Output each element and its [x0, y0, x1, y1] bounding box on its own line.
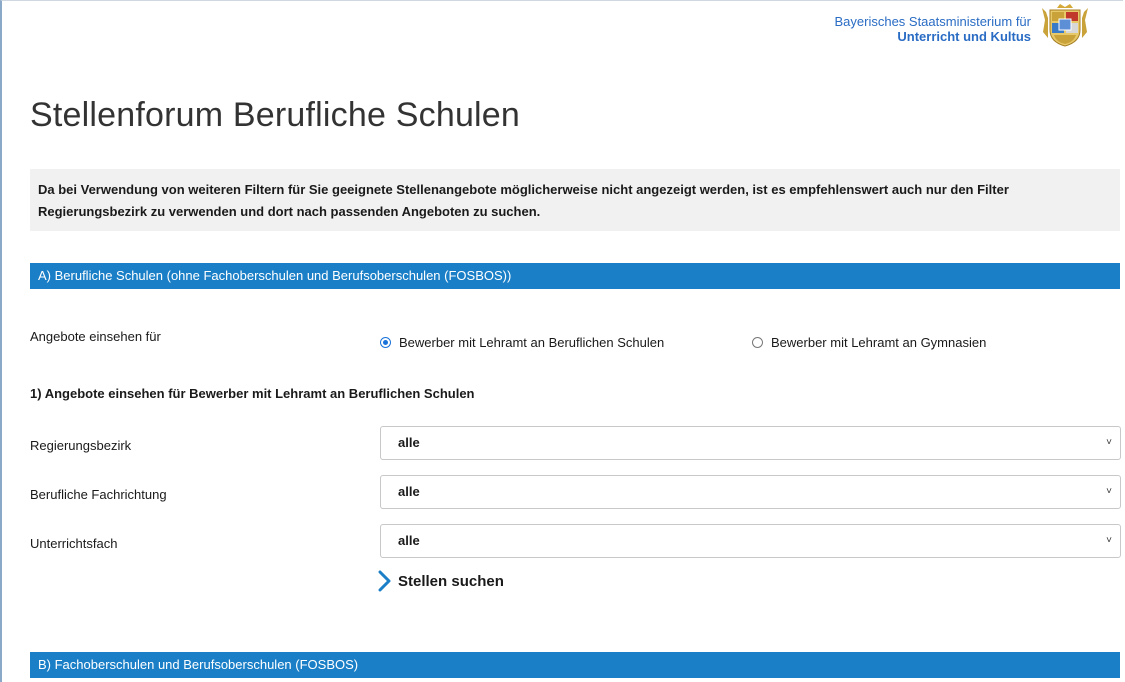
search-jobs-label: Stellen suchen — [398, 572, 504, 590]
section-b-header[interactable]: B) Fachoberschulen und Berufsoberschulen… — [30, 652, 1120, 678]
page-title: Stellenforum Berufliche Schulen — [30, 96, 521, 134]
ministry-name-line2: Unterricht und Kultus — [897, 29, 1031, 44]
unterrichtsfach-select[interactable]: alle ˅ — [380, 524, 1121, 558]
chevron-down-icon: ˅ — [1106, 486, 1112, 497]
regierungsbezirk-select[interactable]: alle ˅ — [380, 426, 1121, 460]
ministry-name-line1: Bayerisches Staatsministerium für — [834, 14, 1031, 29]
radio-label: Bewerber mit Lehramt an Gymnasien — [771, 335, 987, 350]
filter-label-regierungsbezirk: Regierungsbezirk — [30, 438, 132, 453]
select-value: alle — [398, 484, 420, 499]
radio-lehramt-berufliche-schulen[interactable]: Bewerber mit Lehramt an Beruflichen Schu… — [380, 335, 664, 350]
section-a-header[interactable]: A) Berufliche Schulen (ohne Fachoberschu… — [30, 263, 1120, 289]
chevron-down-icon: ˅ — [1106, 535, 1112, 546]
section-subheading: 1) Angebote einsehen für Bewerber mit Le… — [30, 386, 475, 401]
select-value: alle — [398, 435, 420, 450]
filter-label-fachrichtung: Berufliche Fachrichtung — [30, 487, 167, 502]
chevron-right-icon — [378, 570, 391, 592]
ministry-name[interactable]: Bayerisches Staatsministerium für Unterr… — [834, 14, 1031, 44]
filter-notice: Da bei Verwendung von weiteren Filtern f… — [30, 169, 1120, 231]
radio-checked-icon[interactable] — [380, 337, 391, 348]
radio-lehramt-gymnasien[interactable]: Bewerber mit Lehramt an Gymnasien — [752, 335, 986, 350]
coat-of-arms-icon[interactable] — [1040, 4, 1090, 48]
radio-unchecked-icon[interactable] — [752, 337, 763, 348]
filter-label-unterrichtsfach: Unterrichtsfach — [30, 536, 118, 551]
radio-label: Bewerber mit Lehramt an Beruflichen Schu… — [399, 335, 665, 350]
fachrichtung-select[interactable]: alle ˅ — [380, 475, 1121, 509]
chevron-down-icon: ˅ — [1106, 437, 1112, 448]
select-value: alle — [398, 533, 420, 548]
view-offers-label: Angebote einsehen für — [30, 329, 161, 344]
search-jobs-button[interactable]: Stellen suchen — [378, 570, 504, 592]
